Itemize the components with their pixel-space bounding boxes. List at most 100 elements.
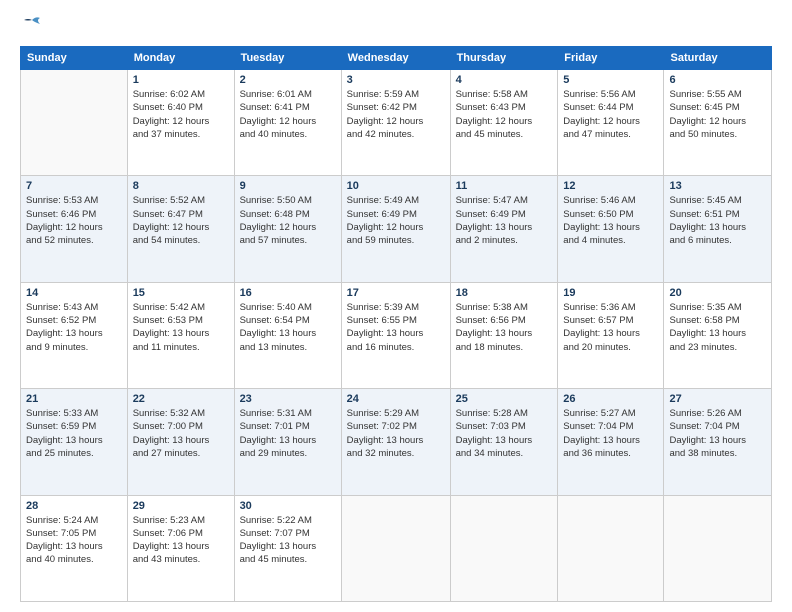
day-info: Sunrise: 6:02 AM Sunset: 6:40 PM Dayligh… (133, 88, 229, 141)
day-number: 24 (347, 393, 445, 405)
day-info: Sunrise: 5:46 AM Sunset: 6:50 PM Dayligh… (563, 194, 658, 247)
day-number: 4 (456, 74, 553, 86)
calendar-cell (664, 495, 772, 601)
day-info: Sunrise: 5:36 AM Sunset: 6:57 PM Dayligh… (563, 301, 658, 354)
calendar-cell: 17Sunrise: 5:39 AM Sunset: 6:55 PM Dayli… (341, 282, 450, 388)
calendar-cell: 10 Sunrise: 5:49 AM Sunset: 6:49 PM Dayli… (341, 176, 450, 282)
weekday-header-monday: Monday (127, 47, 234, 70)
day-info: Sunrise: 5:50 AM Sunset: 6:48 PM Dayligh… (240, 194, 336, 247)
day-info: Sunrise: 5:55 AM Sunset: 6:45 PM Dayligh… (669, 88, 766, 141)
day-number: 26 (563, 393, 658, 405)
day-number: 12 (563, 180, 658, 192)
day-number: 9 (240, 180, 336, 192)
calendar-cell (450, 495, 558, 601)
day-info: Sunrise: 5:59 AM Sunset: 6:42 PM Dayligh… (347, 88, 445, 141)
day-info: Sunrise: 5:43 AM Sunset: 6:52 PM Dayligh… (26, 301, 122, 354)
day-number: 5 (563, 74, 658, 86)
day-number: 15 (133, 287, 229, 299)
header (20, 16, 772, 36)
day-info: Sunrise: 5:52 AM Sunset: 6:47 PM Dayligh… (133, 194, 229, 247)
calendar-week-row: 7Sunrise: 5:53 AM Sunset: 6:46 PM Daylig… (21, 176, 772, 282)
calendar-cell: 24 Sunrise: 5:29 AM Sunset: 7:02 PM Dayli… (341, 389, 450, 495)
day-info: Sunrise: 5:29 AM Sunset: 7:02 PM Dayligh… (347, 407, 445, 460)
day-info: Sunrise: 5:39 AM Sunset: 6:55 PM Dayligh… (347, 301, 445, 354)
day-number: 28 (26, 500, 122, 512)
calendar-cell: 7Sunrise: 5:53 AM Sunset: 6:46 PM Daylig… (21, 176, 128, 282)
day-info: Sunrise: 5:56 AM Sunset: 6:44 PM Dayligh… (563, 88, 658, 141)
calendar-cell (341, 495, 450, 601)
day-number: 23 (240, 393, 336, 405)
calendar-body: 1 Sunrise: 6:02 AM Sunset: 6:40 PM Daylig… (21, 70, 772, 602)
calendar-cell: 15 Sunrise: 5:42 AM Sunset: 6:53 PM Dayli… (127, 282, 234, 388)
calendar-cell (21, 70, 128, 176)
calendar-cell: 16 Sunrise: 5:40 AM Sunset: 6:54 PM Dayli… (234, 282, 341, 388)
day-info: Sunrise: 5:49 AM Sunset: 6:49 PM Dayligh… (347, 194, 445, 247)
calendar-cell: 2 Sunrise: 6:01 AM Sunset: 6:41 PM Daylig… (234, 70, 341, 176)
day-number: 2 (240, 74, 336, 86)
calendar-cell: 5 Sunrise: 5:56 AM Sunset: 6:44 PM Daylig… (558, 70, 664, 176)
calendar-cell: 30 Sunrise: 5:22 AM Sunset: 7:07 PM Dayli… (234, 495, 341, 601)
calendar-cell: 11 Sunrise: 5:47 AM Sunset: 6:49 PM Dayli… (450, 176, 558, 282)
calendar-cell: 4 Sunrise: 5:58 AM Sunset: 6:43 PM Daylig… (450, 70, 558, 176)
weekday-header-friday: Friday (558, 47, 664, 70)
day-number: 30 (240, 500, 336, 512)
calendar-cell: 29 Sunrise: 5:23 AM Sunset: 7:06 PM Dayli… (127, 495, 234, 601)
day-number: 21 (26, 393, 122, 405)
logo-bird-icon (22, 16, 44, 32)
day-info: Sunrise: 6:01 AM Sunset: 6:41 PM Dayligh… (240, 88, 336, 141)
calendar-cell: 19 Sunrise: 5:36 AM Sunset: 6:57 PM Dayli… (558, 282, 664, 388)
day-number: 20 (669, 287, 766, 299)
calendar-cell: 26 Sunrise: 5:27 AM Sunset: 7:04 PM Dayli… (558, 389, 664, 495)
calendar-cell: 22 Sunrise: 5:32 AM Sunset: 7:00 PM Dayli… (127, 389, 234, 495)
day-info: Sunrise: 5:31 AM Sunset: 7:01 PM Dayligh… (240, 407, 336, 460)
day-info: Sunrise: 5:27 AM Sunset: 7:04 PM Dayligh… (563, 407, 658, 460)
day-number: 18 (456, 287, 553, 299)
calendar-cell: 28 Sunrise: 5:24 AM Sunset: 7:05 PM Dayli… (21, 495, 128, 601)
day-info: Sunrise: 5:40 AM Sunset: 6:54 PM Dayligh… (240, 301, 336, 354)
weekday-header-saturday: Saturday (664, 47, 772, 70)
calendar-week-row: 28 Sunrise: 5:24 AM Sunset: 7:05 PM Dayli… (21, 495, 772, 601)
weekday-header-row: SundayMondayTuesdayWednesdayThursdayFrid… (21, 47, 772, 70)
day-info: Sunrise: 5:45 AM Sunset: 6:51 PM Dayligh… (669, 194, 766, 247)
day-number: 10 (347, 180, 445, 192)
day-info: Sunrise: 5:22 AM Sunset: 7:07 PM Dayligh… (240, 514, 336, 567)
calendar-cell: 18 Sunrise: 5:38 AM Sunset: 6:56 PM Dayli… (450, 282, 558, 388)
calendar-week-row: 21Sunrise: 5:33 AM Sunset: 6:59 PM Dayli… (21, 389, 772, 495)
calendar-cell: 1 Sunrise: 6:02 AM Sunset: 6:40 PM Daylig… (127, 70, 234, 176)
day-number: 29 (133, 500, 229, 512)
day-number: 22 (133, 393, 229, 405)
day-info: Sunrise: 5:32 AM Sunset: 7:00 PM Dayligh… (133, 407, 229, 460)
day-number: 1 (133, 74, 229, 86)
day-info: Sunrise: 5:42 AM Sunset: 6:53 PM Dayligh… (133, 301, 229, 354)
calendar-cell: 25Sunrise: 5:28 AM Sunset: 7:03 PM Dayli… (450, 389, 558, 495)
calendar-cell (558, 495, 664, 601)
calendar-cell: 21Sunrise: 5:33 AM Sunset: 6:59 PM Dayli… (21, 389, 128, 495)
day-info: Sunrise: 5:24 AM Sunset: 7:05 PM Dayligh… (26, 514, 122, 567)
calendar-cell: 3 Sunrise: 5:59 AM Sunset: 6:42 PM Daylig… (341, 70, 450, 176)
day-number: 16 (240, 287, 336, 299)
day-info: Sunrise: 5:26 AM Sunset: 7:04 PM Dayligh… (669, 407, 766, 460)
day-number: 14 (26, 287, 122, 299)
page: SundayMondayTuesdayWednesdayThursdayFrid… (0, 0, 792, 612)
day-info: Sunrise: 5:23 AM Sunset: 7:06 PM Dayligh… (133, 514, 229, 567)
day-info: Sunrise: 5:38 AM Sunset: 6:56 PM Dayligh… (456, 301, 553, 354)
calendar-cell: 9 Sunrise: 5:50 AM Sunset: 6:48 PM Daylig… (234, 176, 341, 282)
calendar-cell: 14 Sunrise: 5:43 AM Sunset: 6:52 PM Dayli… (21, 282, 128, 388)
day-number: 3 (347, 74, 445, 86)
day-number: 27 (669, 393, 766, 405)
calendar-week-row: 1 Sunrise: 6:02 AM Sunset: 6:40 PM Daylig… (21, 70, 772, 176)
weekday-header-sunday: Sunday (21, 47, 128, 70)
day-number: 13 (669, 180, 766, 192)
day-number: 8 (133, 180, 229, 192)
day-number: 11 (456, 180, 553, 192)
day-info: Sunrise: 5:53 AM Sunset: 6:46 PM Dayligh… (26, 194, 122, 247)
logo (20, 16, 44, 36)
calendar-cell: 8 Sunrise: 5:52 AM Sunset: 6:47 PM Daylig… (127, 176, 234, 282)
day-info: Sunrise: 5:58 AM Sunset: 6:43 PM Dayligh… (456, 88, 553, 141)
day-info: Sunrise: 5:47 AM Sunset: 6:49 PM Dayligh… (456, 194, 553, 247)
day-number: 19 (563, 287, 658, 299)
weekday-header-tuesday: Tuesday (234, 47, 341, 70)
calendar-cell: 6Sunrise: 5:55 AM Sunset: 6:45 PM Daylig… (664, 70, 772, 176)
calendar-cell: 13 Sunrise: 5:45 AM Sunset: 6:51 PM Dayli… (664, 176, 772, 282)
weekday-header-wednesday: Wednesday (341, 47, 450, 70)
